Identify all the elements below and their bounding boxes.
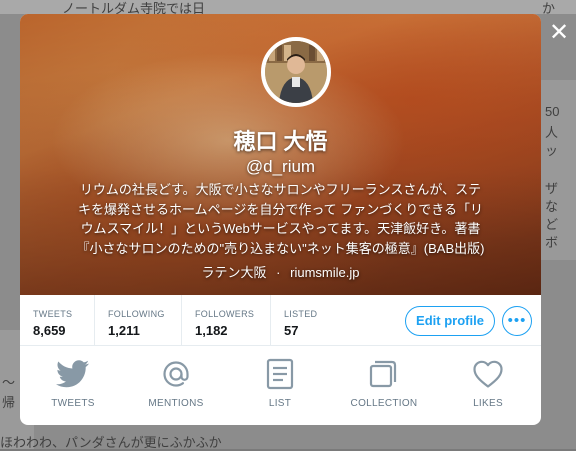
stat-value: 57 <box>284 323 299 338</box>
profile-location: ラテン大阪 <box>201 265 267 280</box>
background-left-text: 帰 <box>2 395 16 410</box>
background-right-text: な <box>545 199 559 214</box>
profile-card: 穂口 大悟 @d_rium リウムの社長どす。大阪で小さなサロンやフリーランスさ… <box>20 14 541 425</box>
edit-profile-button[interactable]: Edit profile <box>405 306 495 336</box>
background-right-text: ッ <box>545 143 559 158</box>
nav-list[interactable]: LIST <box>228 356 332 416</box>
bio-line: キを爆発させるホームページを自分で作って ファンづくりできる「リ <box>77 201 484 217</box>
background-right-text: ど <box>545 217 559 232</box>
nav-label: LIKES <box>473 398 503 409</box>
bird-icon <box>21 356 125 392</box>
nav-label: MENTIONS <box>148 398 204 409</box>
profile-name: 穂口 大悟 <box>233 129 328 154</box>
profile-bio: リウムの社長どす。大阪で小さなサロンやフリーランスさんが、ステ キを爆発させるホ… <box>50 180 511 258</box>
background-right-text: 50 <box>545 104 560 119</box>
at-icon <box>124 356 228 392</box>
background-bottom-text: ほわわわ、パンダさんが更にふかふか <box>0 435 222 450</box>
more-icon: ••• <box>507 312 527 329</box>
stat-following[interactable]: FOLLOWING 1,211 <box>95 295 182 345</box>
more-button[interactable]: ••• <box>502 306 532 336</box>
stat-value: 1,182 <box>195 323 228 338</box>
stat-listed[interactable]: LISTED 57 <box>271 295 331 345</box>
nav-label: LIST <box>268 398 292 409</box>
background-left-text: 〜 <box>2 375 16 390</box>
stat-label: TWEETS <box>33 309 73 319</box>
nav-collection[interactable]: COLLECTION <box>332 356 436 416</box>
profile-meta: ラテン大阪 · riumsmile.jp <box>20 262 541 281</box>
nav-label: COLLECTION <box>350 398 418 409</box>
profile-handle: @d_rium <box>245 157 316 176</box>
nav-label: TWEETS <box>51 398 95 409</box>
nav-tweets[interactable]: TWEETS <box>21 356 125 416</box>
nav-likes[interactable]: LIKES <box>436 356 540 416</box>
stat-label: LISTED <box>284 309 318 319</box>
background-right-top-text: か <box>542 1 556 16</box>
stat-label: FOLLOWERS <box>195 309 255 319</box>
nav-mentions[interactable]: MENTIONS <box>124 356 228 416</box>
bio-line: リウムの社長どす。大阪で小さなサロンやフリーランスさんが、ステ <box>79 182 482 197</box>
background-right-text: ザ <box>545 181 559 196</box>
stat-followers[interactable]: FOLLOWERS 1,182 <box>182 295 271 345</box>
close-icon[interactable]: ✕ <box>548 21 570 45</box>
list-icon <box>228 356 332 392</box>
stat-tweets[interactable]: TWEETS 8,659 <box>20 295 95 345</box>
stat-value: 1,211 <box>108 323 140 338</box>
stat-value: 8,659 <box>33 323 66 338</box>
bio-line: 『小さなサロンのための"売り込まない"ネット集客の極意』(BAB出版) <box>76 240 485 256</box>
collection-icon <box>332 356 436 392</box>
stat-label: FOLLOWING <box>108 309 165 319</box>
background-right-text: 人 <box>545 125 559 140</box>
profile-website-link[interactable]: riumsmile.jp <box>290 265 359 280</box>
bio-line: ウムスマイル！」というWebサービスやってます。天津飯好き。著書 <box>80 221 481 236</box>
background-right-text: ボ <box>545 235 559 250</box>
avatar[interactable] <box>261 37 331 107</box>
heart-icon <box>436 356 540 392</box>
meta-separator: · <box>276 265 281 280</box>
